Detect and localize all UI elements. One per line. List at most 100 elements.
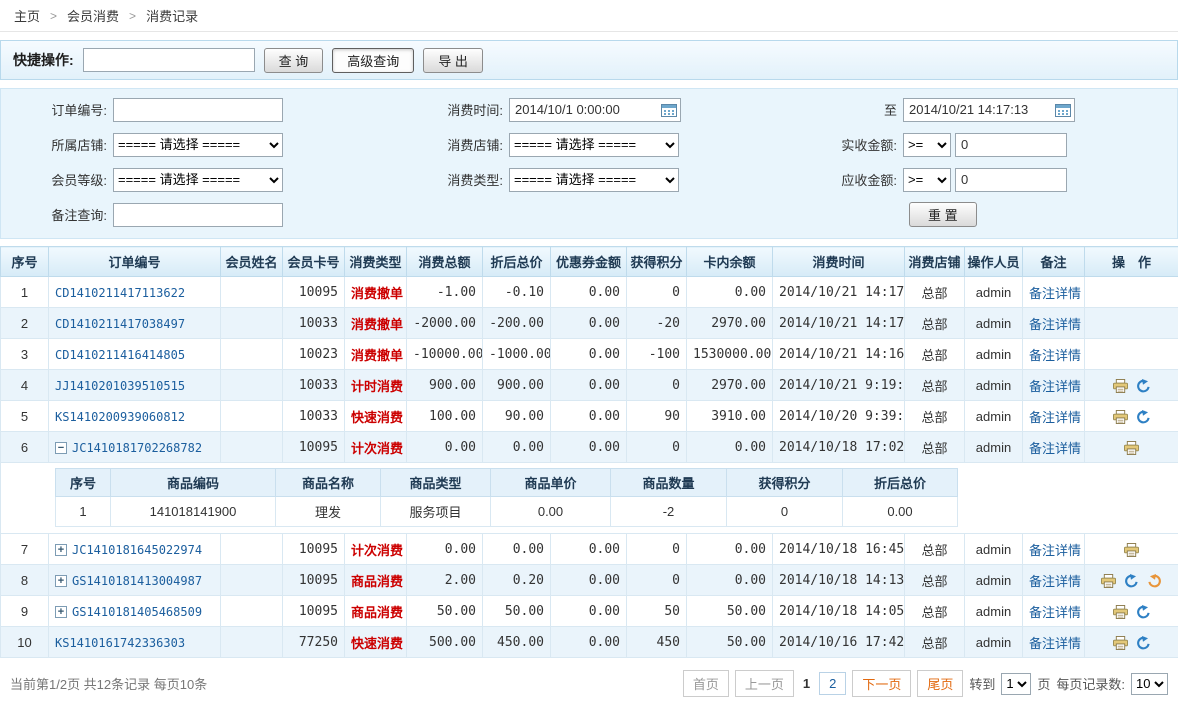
cell-discounted-total: 0.00 xyxy=(483,432,551,463)
remark-detail-link[interactable]: 备注详情 xyxy=(1029,574,1081,589)
table-footer: 当前第1/2页 共12条记录 每页10条 首页 上一页 1 2 下一页 尾页 转… xyxy=(0,658,1178,711)
order-no-link[interactable]: CD1410211417038497 xyxy=(55,317,185,331)
remark-detail-link[interactable]: 备注详情 xyxy=(1029,410,1081,425)
undo-icon[interactable] xyxy=(1136,636,1151,650)
remark-detail-link[interactable]: 备注详情 xyxy=(1029,543,1081,558)
record-row: 8+GS141018141300498710095商品消费2.000.200.0… xyxy=(1,565,1178,596)
expand-toggle-icon[interactable]: + xyxy=(55,575,67,587)
undo-icon[interactable] xyxy=(1136,379,1151,393)
order-no-input[interactable] xyxy=(113,98,283,122)
cell-actions xyxy=(1085,277,1178,308)
breadcrumb-member-consume[interactable]: 会员消费 xyxy=(67,6,119,25)
cell-coupon-amount: 0.00 xyxy=(551,308,627,339)
print-icon[interactable] xyxy=(1113,410,1128,424)
prev-page-button[interactable]: 上一页 xyxy=(735,670,794,697)
cell-consume-type: 计次消费 xyxy=(345,534,407,565)
column-header: 卡内余额 xyxy=(687,247,773,277)
remark-query-input[interactable] xyxy=(113,203,283,227)
cell-consume-shop: 总部 xyxy=(905,401,965,432)
order-no-link[interactable]: JJ1410201039510515 xyxy=(55,379,185,393)
actual-amount-op-select[interactable]: >= xyxy=(903,133,951,157)
cell-operator: admin xyxy=(965,565,1023,596)
cell-earned-points: 0 xyxy=(627,565,687,596)
expand-toggle-icon[interactable]: + xyxy=(55,606,67,618)
return-goods-icon[interactable] xyxy=(1147,574,1162,588)
print-icon[interactable] xyxy=(1101,574,1116,588)
query-button[interactable]: 查 询 xyxy=(264,48,324,73)
column-header: 消费时间 xyxy=(773,247,905,277)
cell-consume-time: 2014/10/21 14:17:03 xyxy=(773,308,905,339)
cell-discounted-total: 900.00 xyxy=(483,370,551,401)
consume-type-select[interactable]: ===== 请选择 ===== xyxy=(509,168,679,192)
cell-consume-shop: 总部 xyxy=(905,534,965,565)
remark-detail-link[interactable]: 备注详情 xyxy=(1029,317,1081,332)
cell-discounted-total: 50.00 xyxy=(483,596,551,627)
print-icon[interactable] xyxy=(1124,441,1139,455)
print-icon[interactable] xyxy=(1113,636,1128,650)
cell-member-name xyxy=(221,339,283,370)
consume-time-to-input[interactable] xyxy=(903,98,1075,122)
subcell-discounted-total: 0.00 xyxy=(843,497,958,527)
own-shop-select[interactable]: ===== 请选择 ===== xyxy=(113,133,283,157)
actual-amount-input[interactable] xyxy=(955,133,1067,157)
order-no-link[interactable]: JC1410181645022974 xyxy=(72,543,202,557)
undo-icon[interactable] xyxy=(1136,410,1151,424)
first-page-button[interactable]: 首页 xyxy=(683,670,729,697)
remark-detail-link[interactable]: 备注详情 xyxy=(1029,348,1081,363)
cell-coupon-amount: 0.00 xyxy=(551,401,627,432)
receivable-amount-op-select[interactable]: >= xyxy=(903,168,951,192)
cell-consume-type: 快速消费 xyxy=(345,401,407,432)
export-button[interactable]: 导 出 xyxy=(423,48,483,73)
print-icon[interactable] xyxy=(1113,605,1128,619)
page-2-button[interactable]: 2 xyxy=(819,672,846,695)
order-no-link[interactable]: GS1410181405468509 xyxy=(72,605,202,619)
print-icon[interactable] xyxy=(1124,543,1139,557)
consume-shop-select[interactable]: ===== 请选择 ===== xyxy=(509,133,679,157)
order-no-link[interactable]: JC1410181702268782 xyxy=(72,441,202,455)
quick-search-input[interactable] xyxy=(83,48,255,72)
cell-consume-shop: 总部 xyxy=(905,596,965,627)
cell-discounted-total: 0.20 xyxy=(483,565,551,596)
print-icon[interactable] xyxy=(1113,379,1128,393)
last-page-button[interactable]: 尾页 xyxy=(917,670,963,697)
cell-order-no: + JC1410181645022974 xyxy=(49,534,221,565)
remark-detail-link[interactable]: 备注详情 xyxy=(1029,379,1081,394)
column-header: 消费类型 xyxy=(345,247,407,277)
remark-detail-link[interactable]: 备注详情 xyxy=(1029,605,1081,620)
consume-time-from-input[interactable] xyxy=(509,98,681,122)
undo-icon[interactable] xyxy=(1136,605,1151,619)
record-row: 2CD141021141703849710033消费撤单-2000.00-200… xyxy=(1,308,1178,339)
remark-detail-link[interactable]: 备注详情 xyxy=(1029,636,1081,651)
next-page-button[interactable]: 下一页 xyxy=(852,670,911,697)
cell-discounted-total: 450.00 xyxy=(483,627,551,658)
cell-card-no: 10095 xyxy=(283,277,345,308)
cell-card-no: 10095 xyxy=(283,432,345,463)
cell-actions xyxy=(1085,565,1178,596)
expand-toggle-icon[interactable]: + xyxy=(55,544,67,556)
receivable-amount-input[interactable] xyxy=(955,168,1067,192)
cell-discounted-total: -0.10 xyxy=(483,277,551,308)
consume-type-label: 消费类型: xyxy=(401,170,509,189)
undo-icon[interactable] xyxy=(1124,574,1139,588)
cell-consume-type: 计次消费 xyxy=(345,432,407,463)
calendar-icon[interactable] xyxy=(661,103,677,117)
subcell-product-code: 141018141900 xyxy=(111,497,276,527)
order-no-link[interactable]: KS1410200939060812 xyxy=(55,410,185,424)
cell-card-balance: 0.00 xyxy=(687,534,773,565)
order-no-link[interactable]: GS1410181413004987 xyxy=(72,574,202,588)
reset-button[interactable]: 重 置 xyxy=(909,202,977,227)
subtable-column-header: 商品类型 xyxy=(381,469,491,497)
breadcrumb-home[interactable]: 主页 xyxy=(14,6,40,25)
breadcrumb-separator: > xyxy=(129,9,136,23)
collapse-toggle-icon[interactable]: − xyxy=(55,442,67,454)
calendar-icon[interactable] xyxy=(1055,103,1071,117)
subtable-column-header: 商品单价 xyxy=(491,469,611,497)
cell-earned-points: -100 xyxy=(627,339,687,370)
order-no-link[interactable]: CD1410211417113622 xyxy=(55,286,185,300)
order-no-link[interactable]: KS1410161742336303 xyxy=(55,636,185,650)
remark-detail-link[interactable]: 备注详情 xyxy=(1029,441,1081,456)
advanced-query-button[interactable]: 高级查询 xyxy=(332,48,414,73)
order-no-link[interactable]: CD1410211416414805 xyxy=(55,348,185,362)
member-level-select[interactable]: ===== 请选择 ===== xyxy=(113,168,283,192)
remark-detail-link[interactable]: 备注详情 xyxy=(1029,286,1081,301)
